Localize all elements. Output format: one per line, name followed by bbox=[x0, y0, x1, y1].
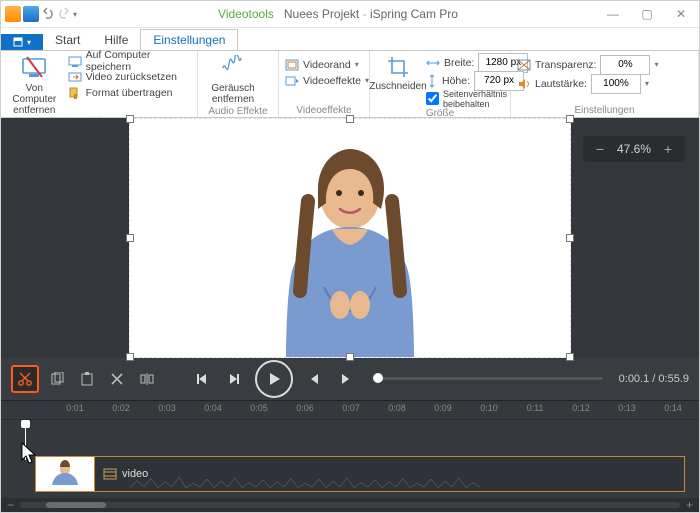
next-frame-button[interactable] bbox=[221, 367, 245, 391]
playback-bar: 0:00.1 / 0:55.9 bbox=[1, 358, 699, 400]
seek-thumb[interactable] bbox=[373, 373, 383, 383]
video-clip[interactable]: video bbox=[35, 456, 685, 492]
minimize-button[interactable]: — bbox=[599, 7, 627, 21]
seek-bar[interactable] bbox=[373, 377, 603, 380]
save-on-computer-button[interactable]: Auf Computer speichern bbox=[68, 53, 191, 68]
ruler-tick: 0:11 bbox=[527, 403, 544, 413]
ruler-tick: 0:03 bbox=[158, 403, 176, 413]
tab-start[interactable]: Start bbox=[43, 30, 92, 50]
ribbon-tabs: ▾ Start Hilfe Einstellungen bbox=[1, 28, 699, 50]
maximize-button[interactable]: ▢ bbox=[633, 7, 661, 21]
timeline-zoom-out[interactable]: − bbox=[7, 498, 14, 512]
qat-new-icon[interactable] bbox=[5, 6, 21, 22]
remove-noise-button[interactable]: Geräusch entfernen bbox=[204, 53, 262, 105]
timeline: 0:01 0:02 0:03 0:04 0:05 0:06 0:07 0:08 0:09 0:10… bbox=[1, 400, 699, 512]
carry-format-button[interactable]: Format übertragen bbox=[68, 85, 191, 100]
aspect-checkbox[interactable] bbox=[426, 92, 439, 105]
qat-undo-icon[interactable] bbox=[41, 7, 55, 21]
reset-video-button[interactable]: Video zurücksetzen bbox=[68, 69, 191, 84]
tab-hilfe[interactable]: Hilfe bbox=[92, 30, 140, 50]
step-back-button[interactable] bbox=[303, 367, 327, 391]
split-button[interactable] bbox=[135, 367, 159, 391]
title-bar: ▾ Videotools Nuees Projekt - iSpring Cam… bbox=[1, 1, 699, 28]
ruler-tick: 0:10 bbox=[480, 403, 498, 413]
quick-access-toolbar: ▾ bbox=[5, 6, 77, 22]
transparency-row: Transparenz:▾ bbox=[517, 56, 659, 73]
clip-thumbnail bbox=[36, 457, 95, 491]
delete-button[interactable] bbox=[105, 367, 129, 391]
videorand-button[interactable]: Videorand▾ bbox=[285, 57, 369, 72]
ruler-tick: 0:13 bbox=[618, 403, 636, 413]
video-preview-person bbox=[260, 137, 440, 357]
timeline-scrollbar[interactable]: − + bbox=[1, 498, 699, 512]
film-icon bbox=[103, 468, 117, 480]
ribbon: Von Computer entfernen Auf Computer spei… bbox=[1, 50, 699, 118]
volume-icon bbox=[517, 78, 531, 90]
qat-redo-icon[interactable] bbox=[57, 7, 71, 21]
waveform bbox=[130, 475, 480, 489]
ruler-tick: 0:07 bbox=[342, 403, 360, 413]
crop-button[interactable]: Zuschneiden bbox=[376, 53, 420, 92]
cut-tool-button[interactable] bbox=[11, 365, 39, 393]
play-button[interactable] bbox=[255, 360, 293, 398]
group-label-settings: Einstellungen bbox=[517, 104, 692, 117]
copy-button[interactable] bbox=[45, 367, 69, 391]
track-area[interactable]: video bbox=[1, 420, 699, 498]
video-selection[interactable] bbox=[129, 118, 571, 358]
ruler-tick: 0:14 bbox=[664, 403, 682, 413]
timeline-zoom-in[interactable]: + bbox=[686, 498, 693, 512]
qat-save-icon[interactable] bbox=[23, 6, 39, 22]
preview-area: − 47.6% + bbox=[1, 118, 699, 512]
window-title: Videotools Nuees Projekt - iSpring Cam P… bbox=[77, 7, 599, 21]
ruler-tick: 0:01 bbox=[66, 403, 84, 413]
videoeffekte-button[interactable]: Videoeffekte▾ bbox=[285, 73, 369, 88]
cursor-icon bbox=[19, 442, 41, 468]
file-tab[interactable]: ▾ bbox=[1, 34, 43, 50]
width-icon bbox=[426, 57, 440, 69]
remove-from-computer-button[interactable]: Von Computer entfernen bbox=[7, 53, 62, 116]
step-fwd-button[interactable] bbox=[333, 367, 357, 391]
volume-row: Lautstärke:▾ bbox=[517, 75, 659, 92]
close-button[interactable]: ✕ bbox=[667, 7, 695, 21]
height-icon bbox=[426, 74, 438, 88]
time-ruler[interactable]: 0:01 0:02 0:03 0:04 0:05 0:06 0:07 0:08 0:09 0:10… bbox=[1, 401, 699, 420]
ruler-tick: 0:09 bbox=[434, 403, 452, 413]
transparency-input[interactable] bbox=[600, 55, 650, 75]
scrollbar-thumb[interactable] bbox=[46, 502, 105, 508]
ruler-tick: 0:12 bbox=[572, 403, 590, 413]
prev-frame-button[interactable] bbox=[191, 367, 215, 391]
time-display: 0:00.1 / 0:55.9 bbox=[619, 373, 689, 385]
ruler-tick: 0:06 bbox=[296, 403, 314, 413]
ruler-tick: 0:04 bbox=[204, 403, 222, 413]
transparency-icon bbox=[517, 59, 531, 71]
ruler-tick: 0:02 bbox=[112, 403, 130, 413]
group-label-audio: Audio Effekte bbox=[204, 105, 272, 118]
ruler-tick: 0:08 bbox=[388, 403, 406, 413]
ruler-tick: 0:05 bbox=[250, 403, 268, 413]
volume-input[interactable] bbox=[591, 74, 641, 94]
paste-button[interactable] bbox=[75, 367, 99, 391]
